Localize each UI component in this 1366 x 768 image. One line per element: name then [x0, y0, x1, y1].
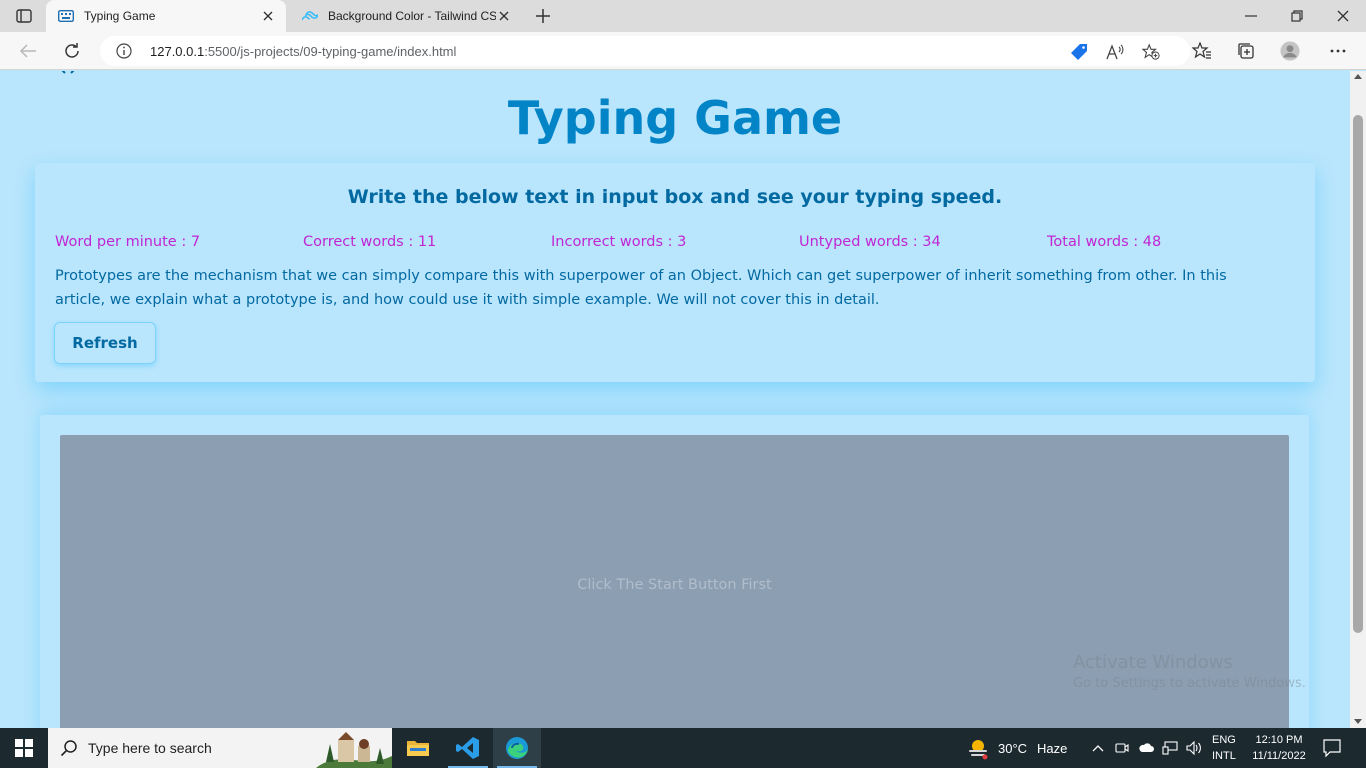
stat-total-words: Total words : 48 [1047, 234, 1162, 250]
coupon-tag-icon[interactable] [1070, 43, 1088, 61]
language-code: ENG [1212, 734, 1236, 746]
activate-windows-watermark: Activate Windows Go to Settings to activ… [1073, 652, 1306, 691]
page-title: Typing Game [507, 91, 843, 145]
scroll-up-arrow-icon[interactable] [1354, 74, 1362, 79]
site-info-icon[interactable] [116, 43, 132, 59]
windows-taskbar: Type here to search 30°C Haze ENG INTL 1… [0, 728, 1366, 768]
reload-icon[interactable] [61, 40, 83, 62]
tab-actions-icon[interactable] [10, 7, 38, 25]
stat-untyped-words: Untyped words : 34 [799, 234, 941, 250]
scroll-thumb[interactable] [1353, 115, 1363, 633]
system-clock[interactable]: 12:10 PM 11/11/2022 [1248, 732, 1310, 764]
weather-widget[interactable]: 30°C Haze [966, 736, 1067, 760]
scrolled-off-icon [20, 71, 34, 75]
card-heading: Write the below text in input box and se… [347, 186, 1003, 208]
stat-incorrect-words: Incorrect words : 3 [551, 234, 687, 250]
search-placeholder: Type here to search [88, 740, 212, 756]
url-host: 127.0.0.1 [150, 44, 205, 59]
input-language[interactable]: ENG INTL [1212, 732, 1236, 764]
back-icon[interactable] [17, 40, 39, 62]
start-message: Click The Start Button First [577, 577, 772, 593]
tab-typing-game[interactable]: Typing Game [46, 0, 286, 32]
minimize-icon[interactable] [1228, 0, 1274, 32]
vertical-scrollbar[interactable] [1350, 71, 1366, 728]
address-toolbar: 127.0.0.1:5500/js-projects/09-typing-gam… [0, 32, 1366, 70]
notification-center-icon[interactable] [1322, 738, 1342, 758]
weather-condition: Haze [1037, 740, 1068, 756]
stat-wpm: Word per minute : 7 [55, 234, 201, 250]
meet-now-icon[interactable] [1114, 740, 1130, 756]
onedrive-cloud-icon[interactable] [1138, 740, 1154, 756]
network-icon[interactable] [1162, 740, 1178, 756]
tab-title: Background Color - Tailwind CSS [328, 9, 496, 23]
clock-date: 11/11/2022 [1252, 750, 1306, 762]
read-aloud-icon[interactable] [1106, 43, 1124, 61]
typing-stats-card: Write the below text in input box and se… [35, 163, 1315, 382]
search-highlight-art-icon [316, 730, 392, 768]
watermark-line1: Activate Windows [1073, 652, 1233, 673]
favorites-icon[interactable] [1192, 41, 1212, 61]
volume-icon[interactable] [1186, 740, 1202, 756]
url-path: :5500/js-projects/09-typing-game/index.h… [204, 44, 457, 59]
url-text[interactable]: 127.0.0.1:5500/js-projects/09-typing-gam… [150, 44, 456, 59]
edge-browser-icon[interactable] [493, 728, 541, 768]
taskbar-search-box[interactable]: Type here to search [48, 728, 392, 768]
restore-icon[interactable] [1274, 0, 1320, 32]
close-window-icon[interactable] [1320, 0, 1366, 32]
scroll-down-arrow-icon[interactable] [1354, 719, 1362, 724]
keyboard-layout: INTL [1212, 750, 1236, 762]
clock-time: 12:10 PM [1255, 734, 1303, 746]
close-tab-icon[interactable] [260, 8, 276, 24]
scrolled-off-icon [60, 71, 75, 75]
page-viewport: Typing Game Write the below text in inpu… [0, 71, 1350, 728]
typing-passage: Prototypes are the mechanism that we can… [55, 268, 1227, 308]
weather-temp: 30°C [998, 740, 1028, 756]
stat-correct-words: Correct words : 11 [303, 234, 437, 250]
search-icon [60, 739, 78, 757]
watermark-line2: Go to Settings to activate Windows. [1073, 676, 1306, 691]
collections-icon[interactable] [1236, 41, 1256, 61]
url-bar[interactable]: 127.0.0.1:5500/js-projects/09-typing-gam… [100, 36, 1190, 66]
add-favorite-icon[interactable] [1142, 43, 1160, 61]
vscode-icon[interactable] [444, 728, 492, 768]
profile-avatar-icon[interactable] [1280, 41, 1300, 61]
weather-haze-icon [966, 736, 990, 760]
keyboard-icon [58, 8, 74, 24]
refresh-button[interactable]: Refresh [54, 322, 156, 364]
tailwind-logo-icon [302, 8, 318, 24]
new-tab-icon[interactable] [534, 7, 552, 25]
chevron-up-icon[interactable] [1090, 740, 1106, 756]
file-explorer-icon[interactable] [394, 728, 442, 768]
close-tab-icon[interactable] [496, 8, 512, 24]
tab-tailwind[interactable]: Background Color - Tailwind CSS [290, 0, 522, 32]
browser-tab-bar: Typing Game Background Color - Tailwind … [0, 0, 1366, 32]
more-options-icon[interactable] [1328, 41, 1348, 61]
tab-title: Typing Game [84, 9, 156, 23]
windows-start-icon[interactable] [0, 728, 48, 768]
